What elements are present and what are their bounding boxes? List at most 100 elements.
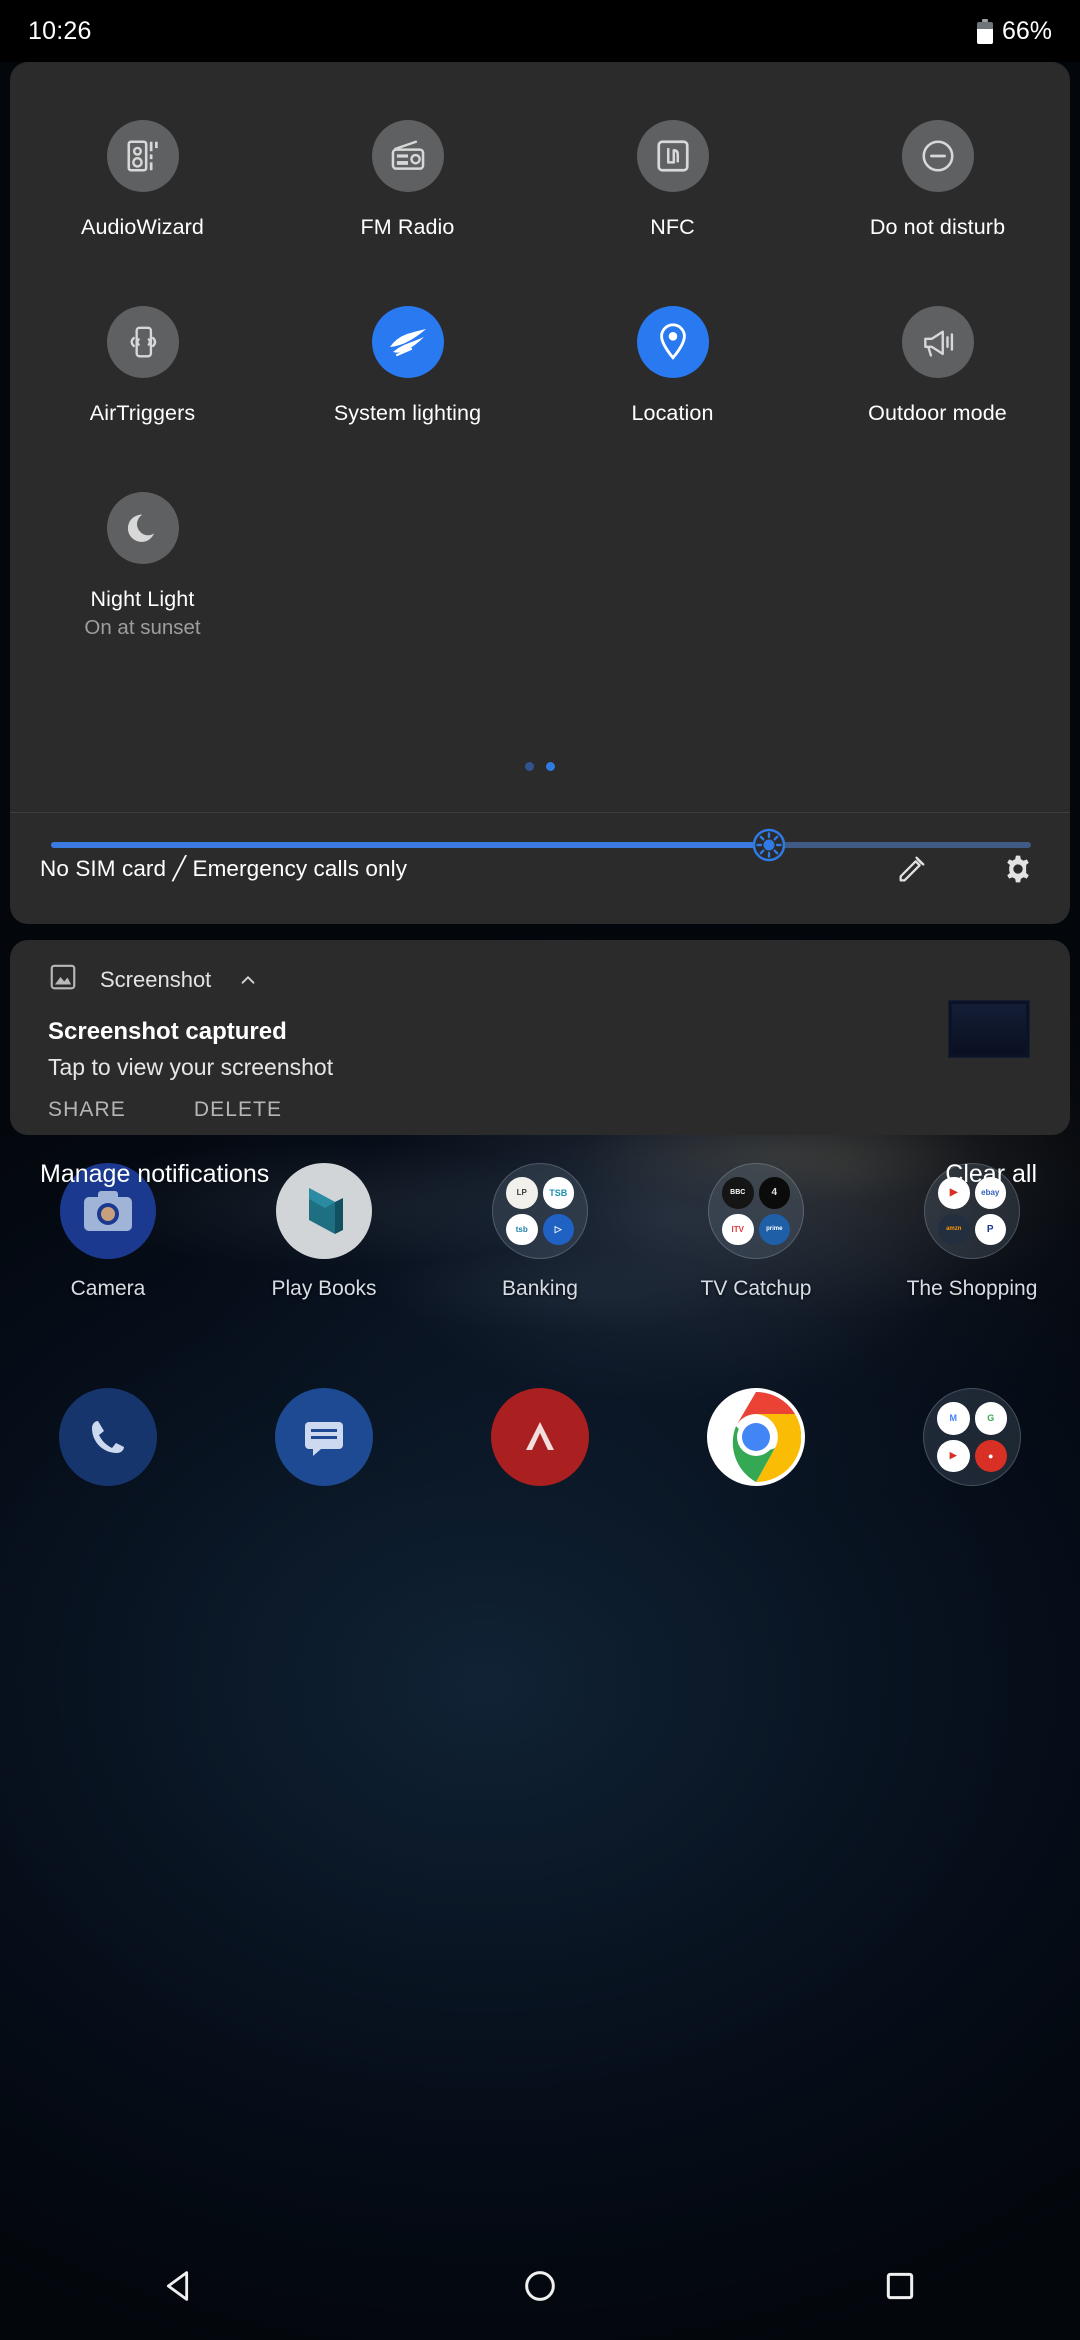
battery-percent-label: 66% [1001,16,1052,45]
pencil-icon[interactable] [894,851,930,887]
qs-tile-system-lighting[interactable]: System lighting [275,306,540,426]
page-dot-active[interactable] [546,762,555,771]
folder-mini-icon: M [937,1402,970,1435]
dock-item-armoury-crate[interactable] [470,1388,610,1486]
back-button[interactable] [110,2232,250,2340]
folder-mini-icon: ▷ [542,1213,574,1245]
image-icon [48,962,78,997]
qs-tile-label: NFC [650,215,695,239]
share-action[interactable]: SHARE [48,1098,126,1122]
radio-glyph [391,140,424,170]
messages-icon[interactable] [275,1388,373,1486]
audiowizard-glyph [126,140,158,172]
qs-tile-label: AirTriggers [89,401,196,425]
qs-tile-label: Outdoor mode [868,401,1007,425]
chevron-up-icon[interactable] [237,969,259,991]
notification-card-screenshot[interactable]: Screenshot Screenshot captured Tap to vi… [10,940,1070,1135]
moon-glyph [127,514,154,542]
qs-tile-sublabel: On at sunset [84,616,201,639]
qs-tile-label: Do not disturb [869,215,1006,239]
pencil-glyph [899,856,925,881]
qs-tile-location[interactable]: Location [540,306,805,426]
quick-settings-row: AirTriggers System lighting Location Out… [10,306,1070,426]
armoury-icon[interactable] [491,1388,589,1486]
navigation-bar [0,2232,1080,2340]
screenshot-thumbnail[interactable] [948,1000,1030,1058]
qs-tile-label: Night Light [90,587,195,611]
qs-tile-label: System lighting [333,401,482,425]
audiowizard-icon[interactable] [106,120,179,192]
armoury-glyph [526,1422,554,1450]
image-glyph [50,964,76,990]
qs-tile-nfc[interactable]: NFC [540,120,805,240]
folder-grid[interactable]: M G ▶ ● [923,1388,1021,1486]
megaphone-icon[interactable] [901,306,974,378]
dock-item-phone[interactable] [38,1388,178,1486]
moon-icon[interactable] [106,492,179,564]
do-not-disturb-icon[interactable] [901,120,974,192]
status-clock: 10:26 [28,16,92,45]
qs-tile-label: FM Radio [360,215,455,239]
folder-mini-icon: prime [758,1213,790,1245]
location-pin-icon[interactable] [636,306,709,378]
radio-icon[interactable] [371,120,444,192]
folder-mini-icon: P [974,1213,1006,1245]
quick-settings-row: Night Light On at sunset [10,492,1070,641]
qs-tile-audiowizard[interactable]: AudioWizard [10,120,275,240]
nfc-icon[interactable] [636,120,709,192]
folder-mini-icon: ● [974,1439,1007,1472]
dock-item-messages[interactable] [254,1388,394,1486]
qs-tile-label: Location [631,401,714,425]
gear-glyph [1007,855,1029,882]
chrome-icon[interactable] [707,1388,805,1486]
quick-settings-footer: No SIM card ╱ Emergency calls only [10,812,1070,924]
gear-icon[interactable] [1000,851,1036,887]
notification-body[interactable]: Screenshot captured Tap to view your scr… [48,1016,333,1084]
chevron-up-glyph [241,975,255,984]
back-triangle-icon [166,2271,189,2301]
do-not-disturb-glyph [921,140,954,172]
airtriggers-icon[interactable] [106,306,179,378]
dock-item-chrome[interactable] [686,1388,826,1486]
recents-square-icon [886,2272,914,2300]
home-app-label: Play Books [271,1277,377,1300]
qs-tile-fm-radio[interactable]: FM Radio [275,120,540,240]
qs-tile-night-light[interactable]: Night Light On at sunset [10,492,275,641]
home-button[interactable] [470,2232,610,2340]
rog-logo-icon[interactable] [371,306,444,378]
qs-tile-do-not-disturb[interactable]: Do not disturb [805,120,1070,240]
quick-settings-panel: AudioWizard FM Radio NFC Do not disturb … [10,62,1070,924]
quick-settings-tiles: AudioWizard FM Radio NFC Do not disturb … [10,62,1070,641]
dock-item-google-folder[interactable]: M G ▶ ● [902,1388,1042,1486]
home-dock: M G ▶ ● [0,1388,1080,1486]
carrier-status-label: No SIM card ╱ Emergency calls only [40,855,408,881]
qs-tile-empty [540,492,805,641]
chrome-glyph [711,1392,801,1482]
phone-screen: Camera Play Books LP TSB tsb ▷ Banking B… [0,0,1080,2340]
battery-icon [976,18,993,44]
status-bar: 10:26 66% [0,0,1080,62]
home-app-label: The Shopping [906,1277,1038,1300]
phone-icon[interactable] [59,1388,157,1486]
recents-button[interactable] [830,2232,970,2340]
qs-tile-empty [275,492,540,641]
rog-logo-glyph [389,329,426,357]
page-dot[interactable] [525,762,534,771]
clear-all-button[interactable]: Clear all [945,1160,1037,1189]
delete-action[interactable]: DELETE [194,1098,282,1122]
qs-tile-airtriggers[interactable]: AirTriggers [10,306,275,426]
notification-header[interactable]: Screenshot [48,962,259,997]
messages-glyph [305,1422,343,1456]
quick-settings-page-dots[interactable] [10,762,1070,771]
notification-shade-footer: Manage notifications Clear all [0,1150,1080,1198]
notification-actions: SHARE DELETE [48,1098,282,1122]
quick-settings-row: AudioWizard FM Radio NFC Do not disturb [10,120,1070,240]
folder-mini-icon: amzn [938,1213,970,1245]
manage-notifications-button[interactable]: Manage notifications [40,1160,269,1189]
nfc-glyph [656,140,689,172]
folder-mini-icon: G [974,1402,1007,1435]
home-app-label: Camera [70,1277,146,1300]
notification-app-name: Screenshot [100,966,212,992]
qs-tile-outdoor-mode[interactable]: Outdoor mode [805,306,1070,426]
location-pin-glyph [659,323,686,360]
